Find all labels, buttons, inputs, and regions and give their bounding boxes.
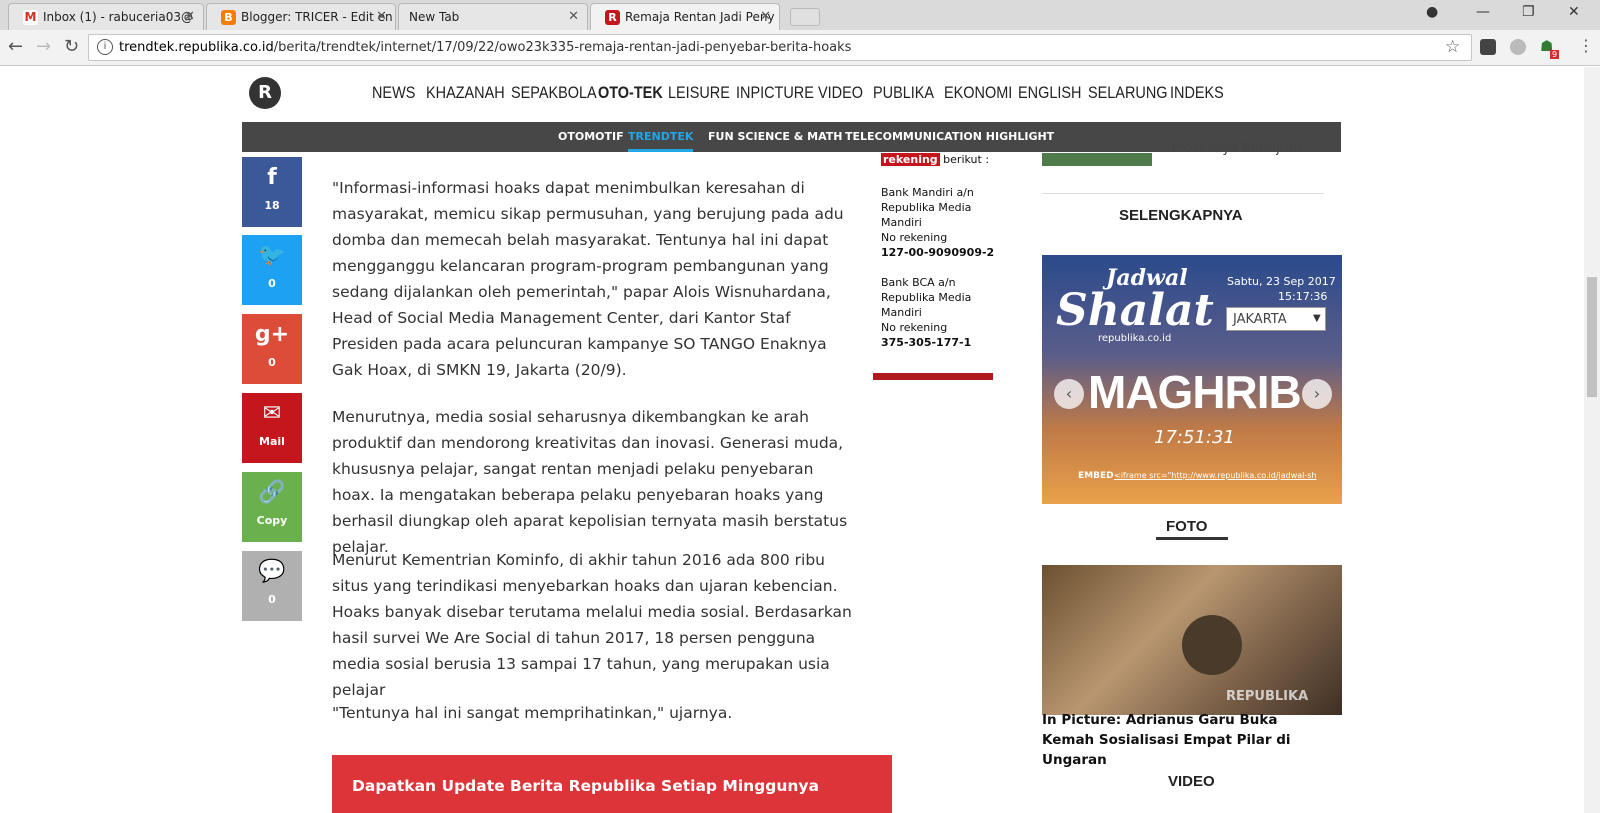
menu-leisure[interactable]: LEISURE — [668, 83, 730, 103]
site-logo[interactable]: R — [249, 77, 281, 109]
googleplus-icon: g+ — [254, 322, 290, 347]
scrollbar-thumb[interactable] — [1587, 277, 1597, 397]
menu-khazanah[interactable]: KHAZANAH — [426, 83, 505, 103]
share-mail-button[interactable]: ✉ Mail — [242, 393, 302, 463]
foto-image[interactable]: REPUBLIKA — [1042, 565, 1342, 715]
related-title[interactable]: Prosesnya Berhijrah — [1172, 141, 1301, 156]
divider — [1042, 193, 1324, 194]
menu-publika[interactable]: PUBLIKA — [873, 83, 934, 103]
tab-title: Remaja Rentan Jadi Peny — [625, 10, 775, 24]
menu-ekonomi[interactable]: EKONOMI — [944, 83, 1012, 103]
tab-gmail[interactable]: M Inbox (1) - rabuceria03@ ✕ — [8, 3, 204, 30]
new-tab-button[interactable] — [790, 8, 820, 26]
gmail-icon: M — [23, 10, 38, 25]
chevron-down-icon: ▼ — [1313, 313, 1321, 324]
bookmark-star-icon[interactable]: ☆ — [1445, 37, 1460, 57]
bank-mandiri-info: Bank Mandiri a/n Republika Media Mandiri… — [881, 186, 995, 259]
city-select[interactable]: JAKARTA ▼ — [1226, 307, 1326, 331]
foto-caption-link[interactable]: In Picture: Adrianus Garu Buka Kemah Sos… — [1042, 710, 1327, 770]
section-underline — [1156, 537, 1228, 540]
web-page: R NEWS KHAZANAH SEPAKBOLA OTO-TEK LEISUR… — [0, 67, 1584, 813]
tab-title: Inbox (1) - rabuceria03@ — [43, 10, 193, 24]
share-facebook-button[interactable]: f 18 — [242, 157, 302, 227]
embed-code[interactable]: <iframe src="http://www.republika.co.id/… — [1114, 471, 1317, 480]
close-icon[interactable]: ✕ — [376, 4, 387, 30]
minimize-icon[interactable]: — — [1476, 4, 1490, 20]
back-icon[interactable]: ← — [8, 36, 23, 57]
tab-blogger[interactable]: B Blogger: TRICER - Edit en ✕ — [206, 3, 396, 30]
prayer-time: 17:51:31 — [1154, 427, 1235, 448]
page-scrollbar[interactable] — [1584, 67, 1600, 813]
selengkapnya-link[interactable]: SELENGKAPNYA — [1119, 207, 1243, 224]
video-section-title: VIDEO — [1168, 773, 1215, 790]
thumbnail[interactable] — [1042, 153, 1152, 166]
extension-badge: 9 — [1550, 50, 1560, 59]
link-icon: 🔗 — [258, 480, 286, 505]
menu-news[interactable]: NEWS — [372, 83, 415, 103]
copy-link-button[interactable]: 🔗 Copy — [242, 472, 302, 542]
close-window-icon[interactable]: ✕ — [1568, 4, 1580, 20]
prev-arrow-icon[interactable]: ‹ — [1054, 379, 1084, 409]
blogger-icon: B — [221, 10, 236, 25]
share-twitter-button[interactable]: 🐦 0 — [242, 235, 302, 305]
mail-icon: ✉ — [262, 401, 282, 426]
subnav-trendtek[interactable]: TRENDTEK — [628, 130, 694, 152]
donation-info: rekening berikut : — [881, 153, 990, 166]
twitter-icon: 🐦 — [258, 243, 286, 268]
menu-icon[interactable]: ⋮ — [1578, 36, 1594, 55]
browser-toolbar: ← → ↻ i trendtek.republika.co.id/berita/… — [0, 30, 1600, 66]
prayer-name: MAGHRIB — [1088, 366, 1302, 418]
extension-icon[interactable] — [1480, 39, 1496, 55]
url-text: trendtek.republika.co.id/berita/trendtek… — [119, 40, 852, 55]
close-icon[interactable]: ✕ — [184, 4, 195, 30]
prayer-schedule-widget: Jadwal Shalat republika.co.id Sabtu, 23 … — [1042, 255, 1342, 504]
restore-icon[interactable]: ❐ — [1522, 4, 1535, 20]
tab-title: New Tab — [409, 10, 460, 24]
share-googleplus-button[interactable]: g+ 0 — [242, 314, 302, 384]
info-icon[interactable]: i — [97, 39, 113, 55]
bank-bca-info: Bank BCA a/n Republika Media Mandiri No … — [881, 276, 972, 349]
article-paragraph: "Informasi-informasi hoaks dapat menimbu… — [332, 179, 844, 379]
menu-video[interactable]: VIDEO — [818, 83, 863, 103]
comment-icon: 💬 — [258, 559, 286, 584]
reload-icon[interactable]: ↻ — [64, 36, 79, 57]
menu-english[interactable]: ENGLISH — [1018, 83, 1081, 103]
forward-icon[interactable]: → — [36, 36, 51, 57]
divider — [873, 373, 993, 380]
extension-icon[interactable] — [1510, 39, 1526, 55]
promo-text: Dapatkan Update Berita Republika Setiap … — [352, 777, 819, 795]
comment-button[interactable]: 💬 0 — [242, 551, 302, 621]
subnav-fun-science[interactable]: FUN SCIENCE & MATH — [708, 130, 842, 143]
subnav-otomotif[interactable]: OTOMOTIF — [558, 130, 624, 143]
menu-sepakbola[interactable]: SEPAKBOLA — [511, 83, 597, 103]
menu-oto-tek[interactable]: OTO-TEK — [598, 83, 663, 103]
tab-title: Blogger: TRICER - Edit en — [241, 10, 393, 24]
browser-tab-strip: M Inbox (1) - rabuceria03@ ✕ B Blogger: … — [0, 0, 1600, 30]
address-bar[interactable]: i trendtek.republika.co.id/berita/trendt… — [88, 34, 1472, 61]
close-icon[interactable]: ✕ — [568, 4, 579, 30]
menu-indeks[interactable]: INDEKS — [1170, 83, 1224, 103]
next-arrow-icon[interactable]: › — [1302, 379, 1332, 409]
republika-icon: R — [605, 10, 620, 25]
menu-inpicture[interactable]: INPICTURE — [736, 83, 814, 103]
newsletter-promo-banner[interactable]: Dapatkan Update Berita Republika Setiap … — [332, 755, 892, 813]
gong-shape — [1182, 615, 1242, 675]
close-icon[interactable]: ✕ — [760, 4, 771, 30]
tab-active-republika[interactable]: R Remaja Rentan Jadi Peny ✕ — [590, 3, 780, 30]
article-paragraph: Menurut Kementrian Kominfo, di akhir tah… — [332, 551, 852, 699]
profile-icon[interactable]: ● — [1426, 4, 1438, 20]
watermark: REPUBLIKA — [1226, 689, 1309, 704]
facebook-icon: f — [267, 165, 277, 190]
subnav-telecommunication[interactable]: TELECOMMUNICATION HIGHLIGHT — [845, 130, 1054, 143]
article-paragraph: Menurutnya, media sosial seharusnya dike… — [332, 408, 848, 556]
article-paragraph: "Tentunya hal ini sangat memprihatinkan,… — [332, 704, 733, 722]
tab-new[interactable]: New Tab ✕ — [398, 3, 588, 30]
rekening-tag: rekening — [881, 153, 940, 166]
foto-section-title: FOTO — [1166, 518, 1208, 535]
menu-selarung[interactable]: SELARUNG — [1088, 83, 1168, 103]
